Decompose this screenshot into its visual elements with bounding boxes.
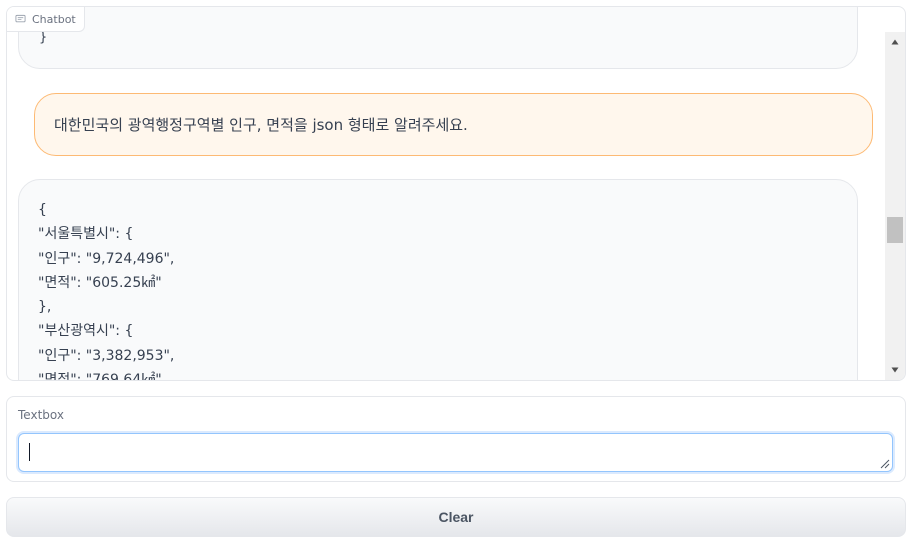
bot-message-line: "인구": "3,382,953", [38, 347, 175, 364]
textbox-panel: Textbox [6, 396, 906, 482]
chat-messages[interactable]: } 대한민국의 광역행정구역별 인구, 면적을 json 형태로 알려주세요. … [7, 7, 885, 380]
chat-scrollbar[interactable] [885, 32, 905, 380]
chatbot-label: Chatbot [7, 7, 85, 32]
bot-message-line: } [39, 30, 48, 45]
bot-message-line: { [38, 202, 47, 218]
resize-grip-icon[interactable] [880, 459, 890, 469]
text-caret [29, 443, 30, 461]
scrollbar-thumb[interactable] [887, 217, 903, 243]
bot-message-line: "부산광역시": { [38, 323, 134, 340]
bot-message-line: "서울특별시": { [38, 226, 134, 243]
bot-message-line: "면적": "769.64㎢" [38, 368, 838, 380]
chatbot-label-text: Chatbot [32, 12, 76, 26]
user-message: 대한민국의 광역행정구역별 인구, 면적을 json 형태로 알려주세요. [34, 93, 873, 156]
bot-message: { "서울특별시": { "인구": "9,724,496", "면적": "6… [18, 179, 858, 380]
bot-message-line: "인구": "9,724,496", [38, 250, 175, 267]
bot-message: } [18, 7, 858, 69]
bot-message-line: }, [38, 299, 52, 316]
clear-button[interactable]: Clear [6, 497, 906, 537]
scroll-up-arrow-icon[interactable] [885, 32, 905, 52]
bot-message-line: "면적": "605.25㎢" [38, 274, 162, 291]
message-input[interactable] [18, 433, 893, 472]
user-message-text: 대한민국의 광역행정구역별 인구, 면적을 json 형태로 알려주세요. [54, 116, 468, 134]
textbox-label: Textbox [18, 408, 64, 422]
chatbot-panel: Chatbot } 대한민국의 광역행정구역별 인구, 면적을 json 형태로… [6, 6, 906, 381]
chat-bubble-icon [15, 14, 26, 22]
scroll-down-arrow-icon[interactable] [885, 360, 905, 380]
